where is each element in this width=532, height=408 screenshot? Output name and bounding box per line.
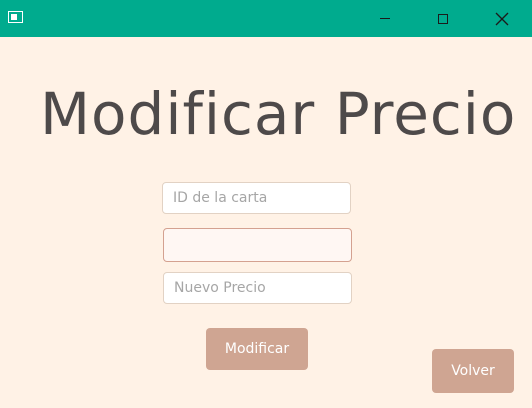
new-price-input[interactable]	[163, 272, 352, 304]
maximize-icon	[438, 13, 448, 24]
window-app-icon	[8, 11, 23, 23]
card-id-input[interactable]	[162, 182, 351, 214]
current-price-input[interactable]	[163, 228, 352, 262]
modify-button[interactable]: Modificar	[206, 328, 308, 370]
close-button[interactable]	[473, 0, 531, 37]
page-title: Modificar Precio	[40, 80, 517, 148]
close-icon	[495, 12, 509, 25]
minimize-icon	[380, 18, 390, 19]
minimize-button[interactable]	[356, 0, 414, 37]
title-bar	[0, 0, 532, 37]
back-button[interactable]: Volver	[432, 349, 514, 393]
maximize-button[interactable]	[414, 0, 472, 37]
